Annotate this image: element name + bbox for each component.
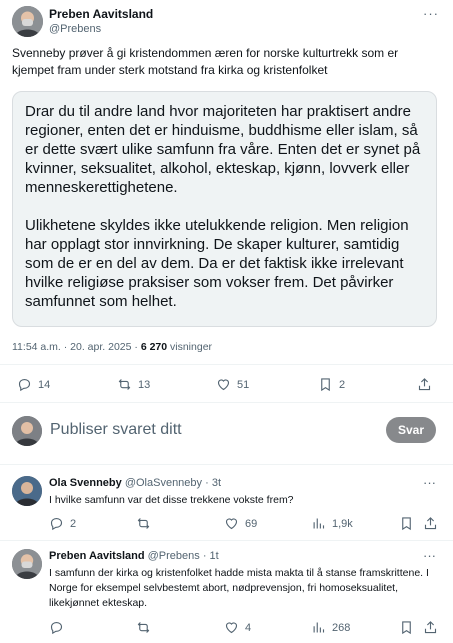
author-avatar[interactable] xyxy=(12,6,43,37)
reply-1-share-action[interactable] xyxy=(423,516,438,531)
share-action[interactable] xyxy=(417,377,432,392)
reply-1-like-action[interactable]: 69 xyxy=(224,516,257,531)
reply-2-header: Preben Aavitsland @Prebens · 1t xyxy=(49,550,219,562)
author-name[interactable]: Preben Aavitsland xyxy=(49,7,153,21)
reply-2-reply-action[interactable] xyxy=(49,620,64,635)
reply-count: 14 xyxy=(38,378,51,391)
tweet-text: Svenneby prøver å gi kristendommen æren … xyxy=(12,46,399,77)
views-count: 6 270 xyxy=(140,341,168,353)
bookmark-icon xyxy=(402,517,411,531)
reply-2-author[interactable]: Preben Aavitsland xyxy=(49,550,145,562)
reply-action[interactable]: 14 xyxy=(17,377,50,392)
reply-2-bookmark-action[interactable] xyxy=(399,620,414,635)
reply-1-repost-action[interactable] xyxy=(136,516,151,531)
views-icon xyxy=(313,622,325,633)
reply-1-like-count: 69 xyxy=(245,517,258,530)
repost-icon xyxy=(137,622,150,633)
share-icon xyxy=(424,621,437,634)
more-options-icon[interactable]: ··· xyxy=(423,6,439,21)
reply-2-views-action[interactable]: 268 xyxy=(311,620,350,635)
reply-1-header: Ola Svenneby @OlaSvenneby · 3t xyxy=(49,477,221,489)
tweet-meta: 11:54 a.m. · 20. apr. 2025 · 6 270 visni… xyxy=(12,341,212,353)
reply-2-time[interactable]: · 1t xyxy=(200,550,219,562)
bookmark-action[interactable]: 2 xyxy=(318,377,345,392)
reply-2-repost-action[interactable] xyxy=(136,620,151,635)
quote-paragraph-2: Ulikhetene skyldes ikke utelukkende reli… xyxy=(25,217,409,310)
reply-2-like-count: 4 xyxy=(245,621,252,634)
bookmark-count: 2 xyxy=(339,378,346,391)
bookmark-icon xyxy=(402,621,411,635)
repost-icon xyxy=(118,379,131,390)
share-icon xyxy=(418,378,431,391)
views-icon xyxy=(313,518,325,529)
views-label: visninger xyxy=(167,341,213,353)
reply-2-text: I samfunn der kirka og kristenfolket had… xyxy=(49,567,429,609)
reply-1-avatar[interactable] xyxy=(12,476,42,506)
reply-icon xyxy=(18,378,31,392)
reply-2-like-action[interactable]: 4 xyxy=(224,620,251,635)
reply-button[interactable]: Svar xyxy=(386,417,436,443)
reply-2-share-action[interactable] xyxy=(423,620,438,635)
quoted-text-card: Drar du til andre land hvor majoriteten … xyxy=(12,91,437,327)
reply-2-views-count: 268 xyxy=(332,621,351,634)
repost-icon xyxy=(137,518,150,529)
reply-1-text: I hvilke samfunn var det disse trekkene … xyxy=(49,494,294,506)
reply-1-more-icon[interactable]: ··· xyxy=(423,475,436,490)
like-count: 51 xyxy=(237,378,250,391)
reply-2-handle[interactable]: @Prebens xyxy=(148,550,200,562)
reply-icon xyxy=(50,517,63,531)
reply-1-bookmark-action[interactable] xyxy=(399,516,414,531)
reply-1-time[interactable]: · 3t xyxy=(202,477,221,489)
reply-2-more-icon[interactable]: ··· xyxy=(423,548,436,563)
like-action[interactable]: 51 xyxy=(216,377,249,392)
reply-1-reply-count: 2 xyxy=(70,517,77,530)
reply-icon xyxy=(50,621,63,635)
reply-1-views-action[interactable]: 1,9k xyxy=(311,516,353,531)
reply-1-author[interactable]: Ola Svenneby xyxy=(49,477,122,489)
heart-icon xyxy=(225,622,238,634)
reply-input[interactable]: Publiser svaret ditt xyxy=(50,421,182,439)
reply-1-handle[interactable]: @OlaSvenneby xyxy=(125,477,202,489)
author-handle[interactable]: @Prebens xyxy=(49,23,101,35)
repost-action[interactable]: 13 xyxy=(117,377,150,392)
repost-count: 13 xyxy=(138,378,151,391)
quote-paragraph-1: Drar du til andre land hvor majoriteten … xyxy=(25,103,421,196)
reply-1-reply-action[interactable]: 2 xyxy=(49,516,76,531)
heart-icon xyxy=(217,379,230,391)
reply-1-views-count: 1,9k xyxy=(332,517,353,530)
composer-avatar xyxy=(12,416,42,446)
tweet-timestamp[interactable]: 11:54 a.m. · 20. apr. 2025 · xyxy=(12,341,141,353)
heart-icon xyxy=(225,518,238,530)
share-icon xyxy=(424,517,437,530)
bookmark-icon xyxy=(321,378,330,392)
reply-2-avatar[interactable] xyxy=(12,549,42,579)
